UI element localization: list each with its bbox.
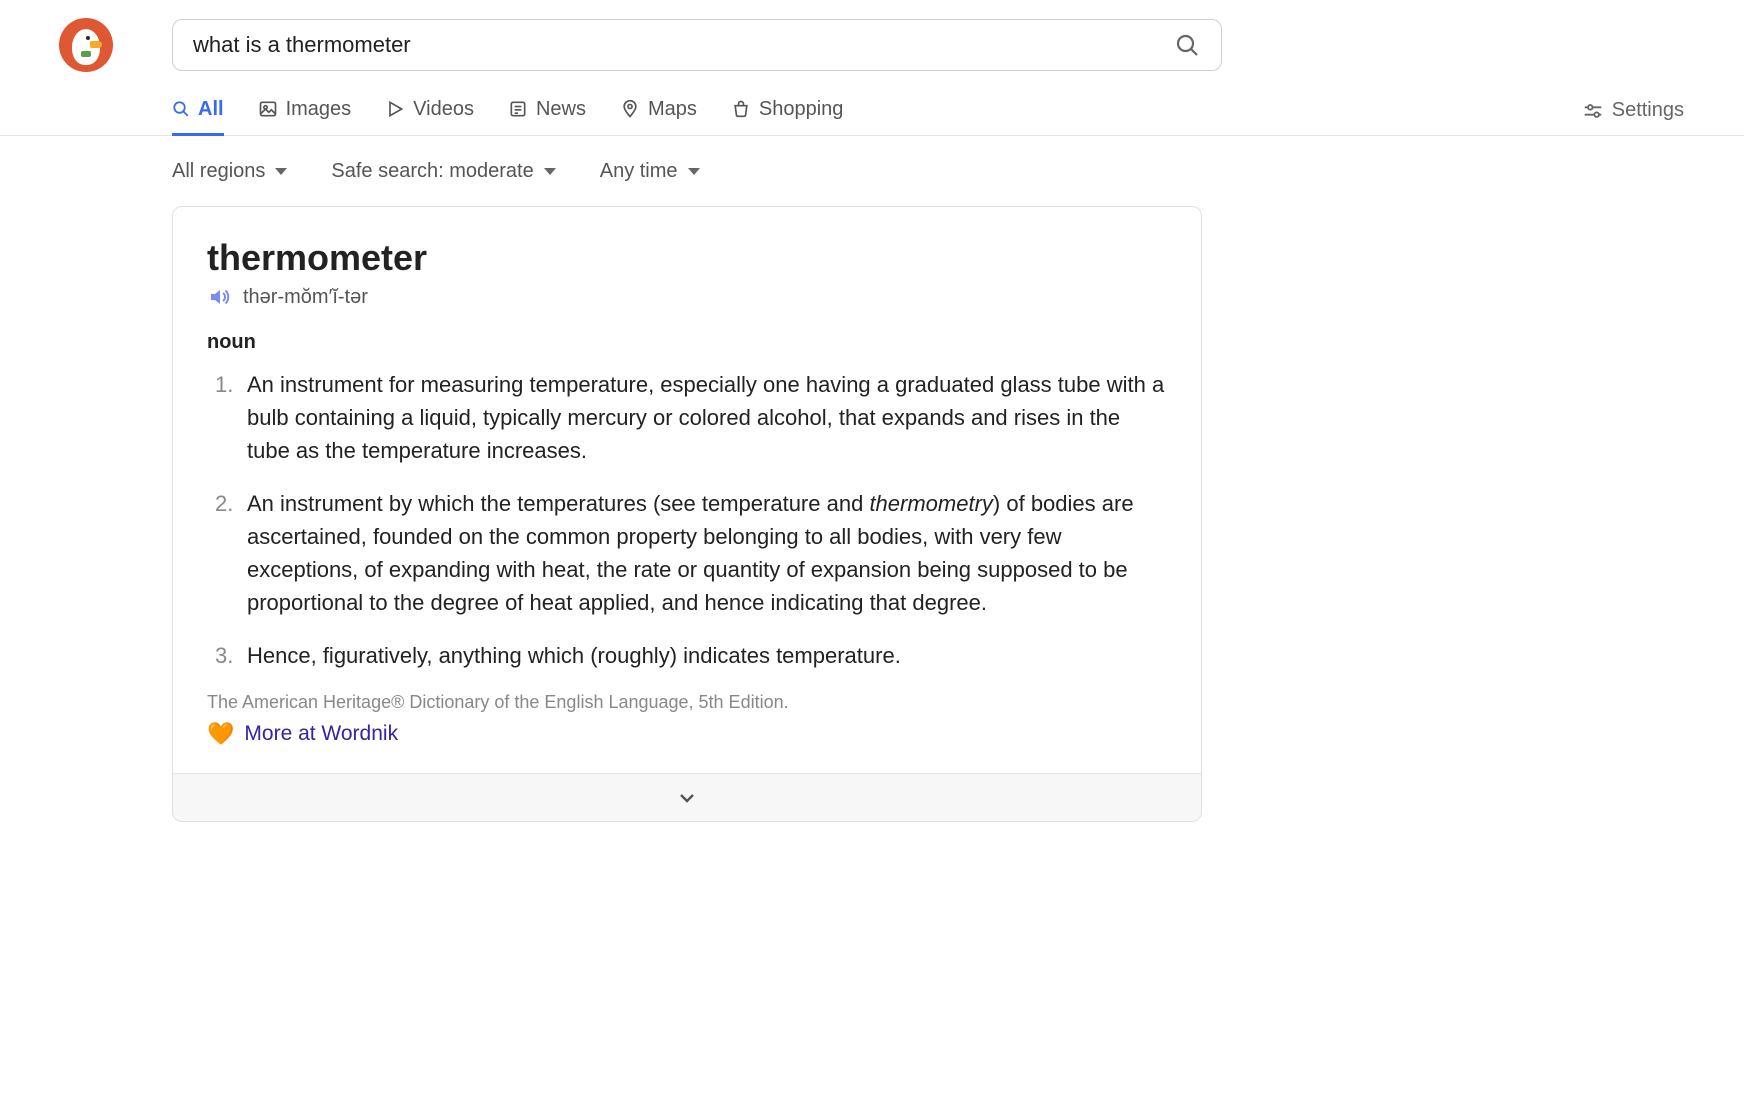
pronunciation-text: thər-mŏm′ĭ-tər — [243, 286, 368, 309]
shopping-icon — [731, 99, 751, 119]
chevron-down-icon — [544, 168, 556, 175]
definition-list: An instrument for measuring temperature,… — [207, 368, 1167, 672]
play-icon — [385, 99, 405, 119]
search-tabs: All Images Videos News Maps Shopping Set… — [0, 86, 1744, 136]
definition-item: An instrument by which the temperatures … — [207, 487, 1167, 619]
tab-news[interactable]: News — [508, 86, 586, 136]
settings-button[interactable]: Settings — [1582, 99, 1684, 122]
more-at-row: 🧡 More at Wordnik — [207, 721, 1167, 747]
definition-item: An instrument for measuring temperature,… — [207, 368, 1167, 467]
logo-wrap — [0, 18, 172, 72]
tab-label: Maps — [648, 98, 697, 121]
expand-button[interactable] — [173, 773, 1201, 821]
definition-item: Hence, figuratively, anything which (rou… — [207, 639, 1167, 672]
tab-label: All — [198, 98, 224, 121]
search-icon — [1175, 33, 1199, 57]
tab-label: Shopping — [759, 98, 844, 121]
definition-word: thermometer — [207, 237, 1167, 279]
definition-card: thermometer thər-mŏm′ĭ-tər noun An instr… — [172, 206, 1202, 822]
tab-all[interactable]: All — [172, 86, 224, 136]
chevron-down-icon — [675, 786, 699, 810]
sliders-icon — [1582, 100, 1604, 122]
duckduckgo-logo[interactable] — [59, 18, 113, 72]
safesearch-filter[interactable]: Safe search: moderate — [331, 160, 555, 183]
filters: All regions Safe search: moderate Any ti… — [0, 136, 1744, 206]
heart-icon: 🧡 — [207, 721, 234, 747]
speaker-icon — [207, 285, 231, 309]
region-filter[interactable]: All regions — [172, 160, 287, 183]
part-of-speech: noun — [207, 331, 1167, 354]
search-box — [172, 19, 1222, 71]
filter-label: Safe search: moderate — [331, 160, 533, 183]
chevron-down-icon — [275, 168, 287, 175]
pronunciation-row: thər-mŏm′ĭ-tər — [207, 285, 1167, 309]
filter-label: Any time — [600, 160, 678, 183]
tab-label: News — [536, 98, 586, 121]
audio-button[interactable] — [207, 285, 231, 309]
tab-images[interactable]: Images — [258, 86, 352, 136]
definition-source: The American Heritage® Dictionary of the… — [207, 692, 1167, 713]
tab-label: Images — [286, 98, 352, 121]
search-button[interactable] — [1169, 27, 1205, 63]
results-area: thermometer thər-mŏm′ĭ-tər noun An instr… — [0, 206, 1744, 822]
header — [0, 0, 1744, 86]
settings-label: Settings — [1612, 99, 1684, 122]
tab-shopping[interactable]: Shopping — [731, 86, 844, 136]
pin-icon — [620, 99, 640, 119]
chevron-down-icon — [688, 168, 700, 175]
tab-videos[interactable]: Videos — [385, 86, 474, 136]
more-at-wordnik-link[interactable]: More at Wordnik — [244, 722, 398, 746]
search-icon — [172, 100, 190, 118]
image-icon — [258, 99, 278, 119]
tab-label: Videos — [413, 98, 474, 121]
search-input[interactable] — [193, 32, 1169, 58]
news-icon — [508, 99, 528, 119]
time-filter[interactable]: Any time — [600, 160, 700, 183]
tab-maps[interactable]: Maps — [620, 86, 697, 136]
filter-label: All regions — [172, 160, 265, 183]
